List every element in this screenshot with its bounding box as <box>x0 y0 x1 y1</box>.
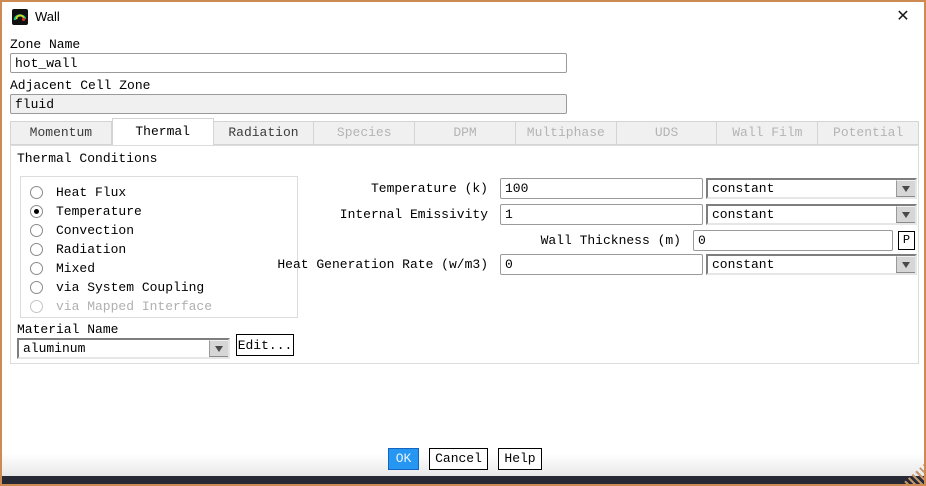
wall-thickness-p-button[interactable]: P <box>898 231 915 250</box>
dropdown-arrow-icon <box>896 256 915 273</box>
close-icon[interactable]: ✕ <box>892 6 914 28</box>
radio-convection[interactable]: Convection <box>30 222 134 238</box>
temperature-label: Temperature (k) <box>371 181 488 196</box>
fluent-app-icon <box>12 9 28 25</box>
tab-species: Species <box>314 121 415 145</box>
help-button[interactable]: Help <box>498 448 542 470</box>
radio-circle-icon <box>30 243 43 256</box>
title-bar: Wall ✕ <box>2 2 924 32</box>
temperature-profile-dropdown[interactable]: constant <box>706 178 917 199</box>
zone-name-input[interactable] <box>10 53 567 73</box>
radio-via-system-coupling[interactable]: via System Coupling <box>30 279 204 295</box>
radio-mixed[interactable]: Mixed <box>30 260 95 276</box>
tab-momentum[interactable]: Momentum <box>10 121 112 145</box>
zone-name-label: Zone Name <box>10 37 80 52</box>
tab-wall-film: Wall Film <box>717 121 818 145</box>
wall-thickness-input[interactable] <box>693 230 893 251</box>
wall-thickness-label: Wall Thickness (m) <box>541 233 681 248</box>
heat-generation-rate-input[interactable] <box>500 254 703 275</box>
tab-bar: Momentum Thermal Radiation Species DPM M… <box>10 121 919 145</box>
radio-circle-icon <box>30 205 43 218</box>
dropdown-arrow-icon <box>896 180 915 197</box>
internal-emissivity-label: Internal Emissivity <box>340 207 488 222</box>
tab-multiphase: Multiphase <box>516 121 617 145</box>
tab-dpm: DPM <box>415 121 516 145</box>
radio-radiation[interactable]: Radiation <box>30 241 126 257</box>
thermal-tab-panel: Thermal Conditions Heat Flux Temperature… <box>10 145 919 364</box>
tab-potential: Potential <box>818 121 919 145</box>
radio-circle-icon <box>30 262 43 275</box>
material-name-label: Material Name <box>17 322 118 337</box>
internal-emissivity-input[interactable] <box>500 204 703 225</box>
dropdown-arrow-icon <box>209 340 228 357</box>
thermal-conditions-title: Thermal Conditions <box>17 151 157 166</box>
radio-circle-icon <box>30 224 43 237</box>
tab-radiation[interactable]: Radiation <box>214 121 315 145</box>
tab-thermal[interactable]: Thermal <box>112 118 214 145</box>
dropdown-arrow-icon <box>896 206 915 223</box>
internal-emissivity-profile-dropdown[interactable]: constant <box>706 204 917 225</box>
radio-heat-flux[interactable]: Heat Flux <box>30 184 126 200</box>
edit-material-button[interactable]: Edit... <box>236 334 294 356</box>
radio-circle-icon <box>30 300 43 313</box>
heat-generation-profile-dropdown[interactable]: constant <box>706 254 917 275</box>
heat-generation-rate-label: Heat Generation Rate (w/m3) <box>277 257 488 272</box>
radio-via-mapped-interface: via Mapped Interface <box>30 298 212 314</box>
ok-button[interactable]: OK <box>388 448 419 470</box>
thermal-conditions-group: Heat Flux Temperature Convection Radiati… <box>20 176 298 318</box>
tab-uds: UDS <box>617 121 718 145</box>
adjacent-cell-zone-label: Adjacent Cell Zone <box>10 78 150 93</box>
background-strip <box>2 476 924 484</box>
window-title: Wall <box>35 9 60 24</box>
cancel-button[interactable]: Cancel <box>429 448 488 470</box>
wall-dialog: Wall ✕ Zone Name Adjacent Cell Zone Mome… <box>0 0 926 486</box>
material-name-dropdown[interactable]: aluminum <box>17 338 230 359</box>
temperature-input[interactable] <box>500 178 703 199</box>
radio-temperature[interactable]: Temperature <box>30 203 142 219</box>
adjacent-cell-zone-field <box>10 94 567 114</box>
radio-circle-icon <box>30 281 43 294</box>
radio-circle-icon <box>30 186 43 199</box>
